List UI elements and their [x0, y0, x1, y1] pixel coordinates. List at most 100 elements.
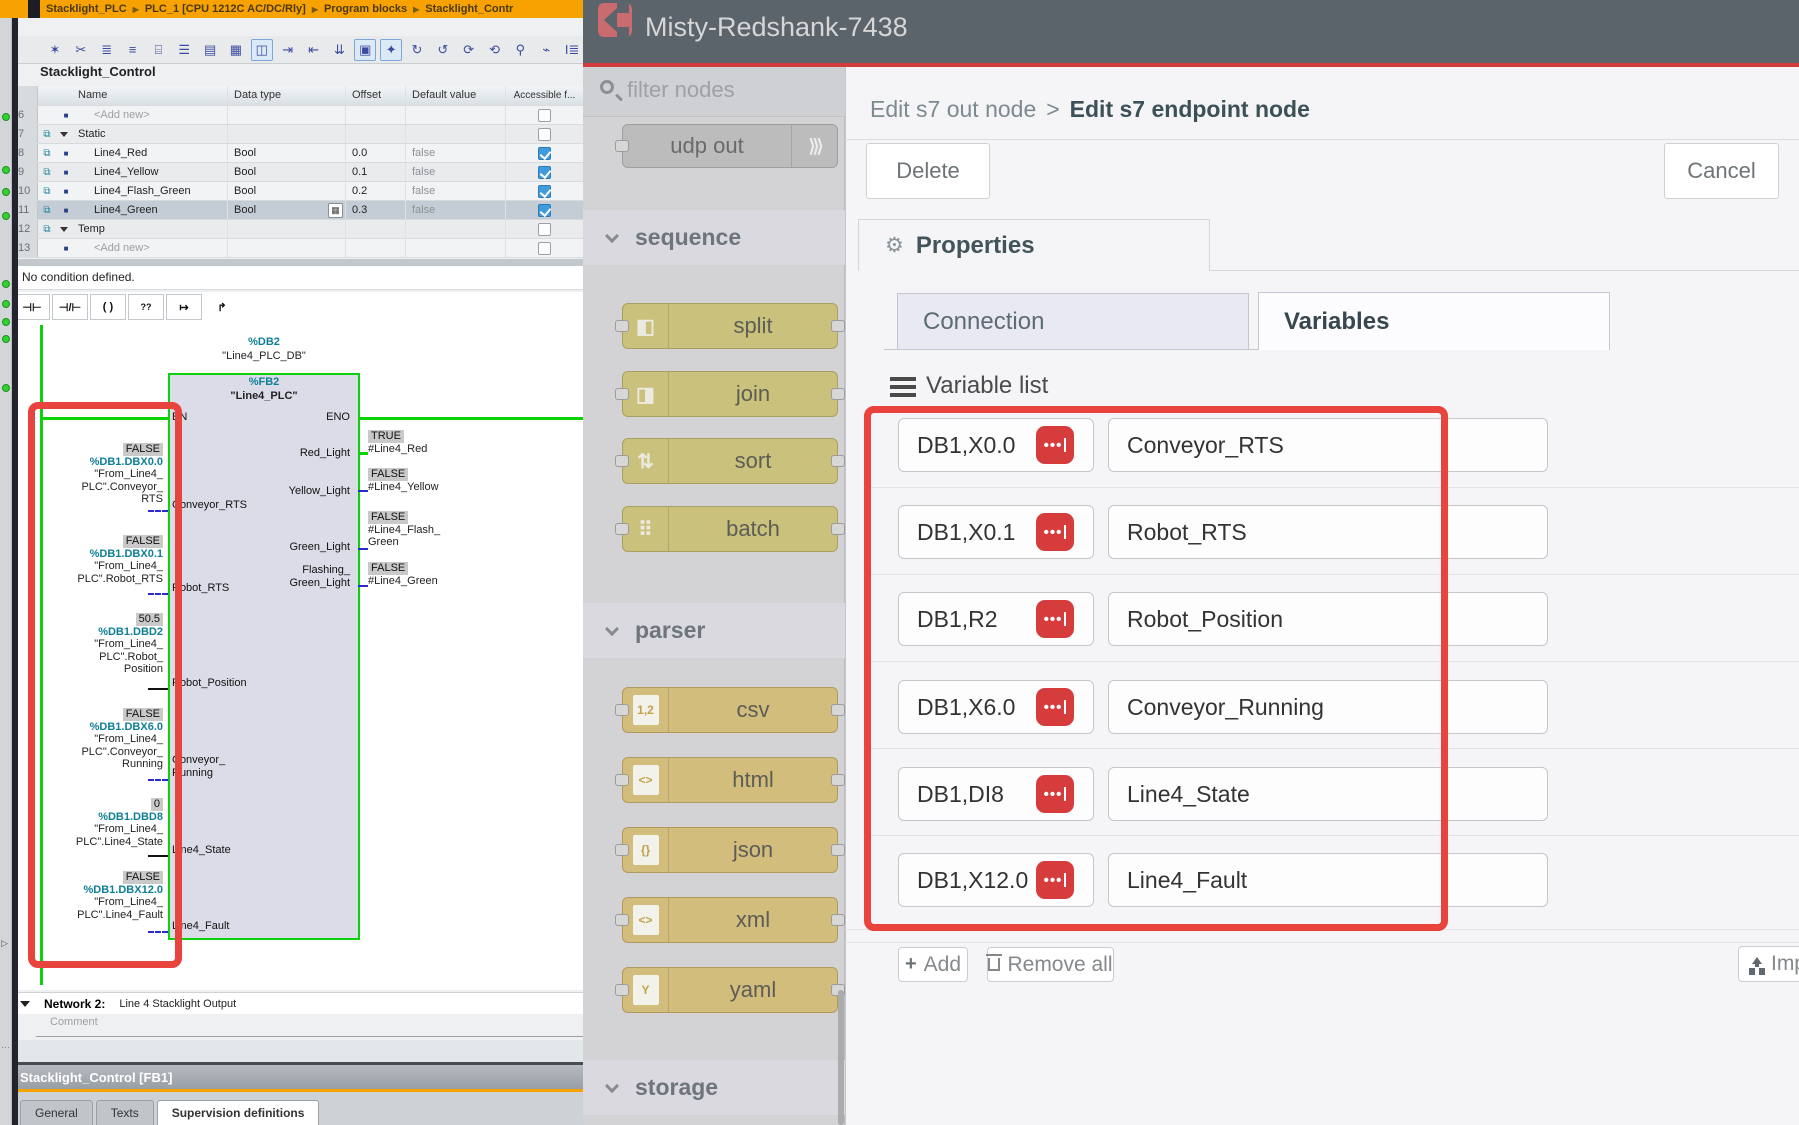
- collapse-triangle-icon[interactable]: [20, 1001, 30, 1007]
- coil-button[interactable]: ( ): [90, 294, 126, 320]
- insert-row-icon[interactable]: ≣: [96, 39, 118, 61]
- node-port[interactable]: [831, 388, 845, 400]
- add-row-icon[interactable]: ≡: [122, 39, 144, 61]
- node-port[interactable]: [615, 844, 629, 856]
- palette-node-csv[interactable]: 1,2 csv: [622, 687, 838, 733]
- collapse-networks-icon[interactable]: ⇊: [328, 39, 350, 61]
- network2-header[interactable]: Network 2: Line 4 Stacklight Output: [14, 992, 583, 1014]
- node-port[interactable]: [831, 774, 845, 786]
- node-port[interactable]: [615, 388, 629, 400]
- monitor-toggle-icon[interactable]: ⚲: [510, 39, 532, 61]
- open-operands-icon[interactable]: ⇥: [277, 39, 299, 61]
- palette-node-batch[interactable]: ⠿ batch: [622, 506, 838, 552]
- accessible-checkbox[interactable]: [538, 204, 551, 217]
- mouse-mode-icon[interactable]: ⌸: [147, 39, 169, 61]
- table-row[interactable]: 8 ⧉ ■ Line4_Red Bool 0.0 false: [14, 144, 583, 163]
- palette-node-html[interactable]: <> html: [622, 757, 838, 803]
- datatype-picker-button[interactable]: ▦: [328, 203, 343, 218]
- properties-tab[interactable]: ⚙ Properties: [858, 219, 1210, 271]
- insert-network-icon[interactable]: ✶: [44, 39, 66, 61]
- node-port[interactable]: [615, 320, 629, 332]
- accessible-checkbox[interactable]: [538, 223, 551, 236]
- absolute-symbolic-icon[interactable]: ▣: [354, 39, 376, 61]
- tab-variables[interactable]: Variables: [1258, 292, 1610, 350]
- delete-button[interactable]: Delete: [866, 143, 990, 199]
- table-row[interactable]: 9 ⧉ ■ Line4_Yellow Bool 0.1 false: [14, 163, 583, 182]
- table-row[interactable]: 7 ⧉ Static: [14, 125, 583, 144]
- palette-filter-placeholder[interactable]: filter nodes: [627, 77, 735, 103]
- accessible-checkbox[interactable]: [538, 147, 551, 160]
- table-row[interactable]: 10 ⧉ ■ Line4_Flash_Green Bool 0.2 false: [14, 182, 583, 201]
- accessible-checkbox[interactable]: [538, 242, 551, 255]
- tab-texts[interactable]: Texts: [96, 1100, 154, 1125]
- col-accessible[interactable]: Accessible f...: [506, 86, 583, 105]
- palette-node-json[interactable]: {} json: [622, 827, 838, 873]
- node-port[interactable]: [831, 914, 845, 926]
- import-button[interactable]: Imp: [1738, 946, 1799, 982]
- palette-section-sequence[interactable]: sequence: [583, 210, 845, 265]
- call-structure-icon[interactable]: I≣: [561, 39, 583, 61]
- table-row-selected[interactable]: 11 ⧉ ■ Line4_Green Bool ▦ 0.3 false: [14, 201, 583, 220]
- go-offline-icon[interactable]: ↺: [432, 39, 454, 61]
- close-branch-button[interactable]: ↱: [204, 294, 240, 320]
- operand-line4-green[interactable]: FALSE #Line4_Green: [368, 562, 498, 587]
- accessible-checkbox[interactable]: [538, 128, 551, 141]
- tab-general[interactable]: General: [20, 1100, 93, 1125]
- split-view-icon[interactable]: ▦: [225, 39, 247, 61]
- contact-no-button[interactable]: ⊣⊢: [14, 294, 50, 320]
- expand-pane-icon[interactable]: ▷: [1, 938, 11, 952]
- node-port[interactable]: [615, 914, 629, 926]
- node-port[interactable]: [831, 320, 845, 332]
- col-offset[interactable]: Offset: [346, 86, 406, 105]
- table-row[interactable]: 13 ■ <Add new>: [14, 239, 583, 258]
- accessible-checkbox[interactable]: [538, 166, 551, 179]
- operand-line4-flash-green[interactable]: FALSE #Line4_Flash_ Green: [368, 511, 498, 549]
- breadcrumb-edit-s7-out[interactable]: Edit s7 out node: [870, 96, 1036, 122]
- node-port[interactable]: [831, 844, 845, 856]
- node-port[interactable]: [615, 774, 629, 786]
- node-port[interactable]: [615, 523, 629, 535]
- empty-box-button[interactable]: ??: [128, 294, 164, 320]
- node-port[interactable]: [831, 455, 845, 467]
- tab-supervision-definitions[interactable]: Supervision definitions: [157, 1100, 320, 1125]
- network2-comment[interactable]: Comment: [50, 1016, 98, 1028]
- palette-node-udp-out[interactable]: udp out ⟩⟩⟩: [622, 124, 838, 168]
- palette-node-sort[interactable]: ⇅ sort: [622, 438, 838, 484]
- col-datatype[interactable]: Data type: [228, 86, 346, 105]
- table-row[interactable]: 6 ■ <Add new>: [14, 106, 583, 125]
- palette-section-storage[interactable]: storage: [583, 1060, 845, 1115]
- col-name[interactable]: Name: [76, 86, 228, 105]
- palette-section-parser[interactable]: parser: [583, 603, 845, 658]
- col-default[interactable]: Default value: [406, 86, 506, 105]
- breadcrumb-plc[interactable]: PLC_1 [CPU 1212C AC/DC/Rly]: [127, 3, 306, 15]
- expand-triangle-icon[interactable]: [60, 132, 68, 137]
- palette-node-xml[interactable]: <> xml: [622, 897, 838, 943]
- palette-scrollbar[interactable]: [838, 990, 844, 1125]
- palette-node-join[interactable]: ◨ join: [622, 371, 838, 417]
- breadcrumb-project[interactable]: Stacklight_PLC: [46, 3, 127, 15]
- upload-block-icon[interactable]: ⟲: [484, 39, 506, 61]
- node-port[interactable]: [831, 523, 845, 535]
- palette-node-split[interactable]: ◧ split: [622, 303, 838, 349]
- comments-toggle-icon[interactable]: ◫: [251, 39, 273, 61]
- delete-network-icon[interactable]: ✂: [70, 39, 92, 61]
- node-port[interactable]: [615, 140, 629, 152]
- close-operands-icon[interactable]: ⇤: [303, 39, 325, 61]
- tab-connection[interactable]: Connection: [897, 293, 1249, 350]
- remove-all-button[interactable]: Remove all: [987, 947, 1114, 982]
- download-block-icon[interactable]: ⟳: [458, 39, 480, 61]
- node-port[interactable]: [615, 984, 629, 996]
- palette-node-yaml[interactable]: Y yaml: [622, 967, 838, 1013]
- go-online-icon[interactable]: ↻: [406, 39, 428, 61]
- contact-nc-button[interactable]: ⊣/⊢: [52, 294, 88, 320]
- node-port[interactable]: [831, 704, 845, 716]
- tia-breadcrumb[interactable]: Stacklight_PLC PLC_1 [CPU 1212C AC/DC/Rl…: [0, 0, 583, 18]
- accessible-checkbox[interactable]: [538, 109, 551, 122]
- outline-view-icon[interactable]: ☰: [173, 39, 195, 61]
- breadcrumb-block[interactable]: Stacklight_Contr: [407, 3, 513, 15]
- add-variable-button[interactable]: + Add: [898, 947, 968, 982]
- cancel-button[interactable]: Cancel: [1664, 143, 1779, 199]
- call-environment-icon[interactable]: ⌁: [535, 39, 557, 61]
- snapshot-icon[interactable]: ✦: [380, 39, 402, 61]
- accessible-checkbox[interactable]: [538, 185, 551, 198]
